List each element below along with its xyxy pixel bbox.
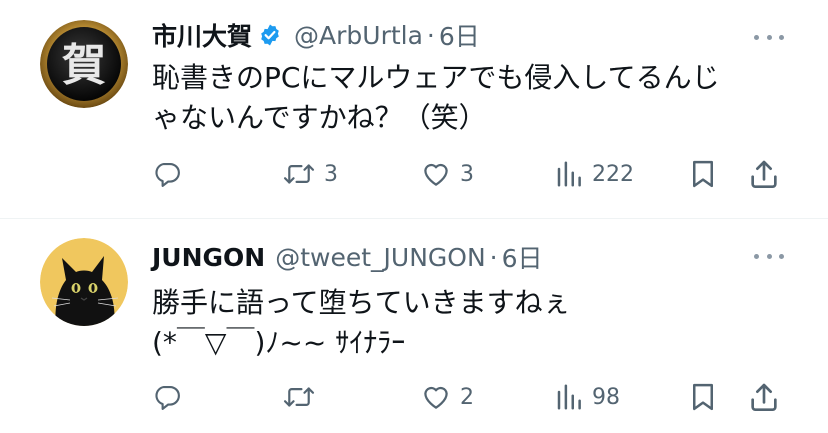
share-button[interactable]	[748, 377, 780, 417]
retweet-button[interactable]	[282, 377, 324, 417]
tweet-text-line: 勝手に語って堕ちていきますねぇ	[152, 286, 571, 319]
reply-bubble-icon	[155, 385, 180, 410]
reply-bubble-icon	[155, 162, 180, 187]
reply-button[interactable]	[152, 377, 190, 417]
avatar-image: 賀	[40, 20, 128, 108]
like-button[interactable]: 3	[420, 154, 474, 194]
like-count: 2	[460, 384, 474, 410]
views-button[interactable]: 222	[554, 154, 634, 194]
tweet-text: 勝手に語って堕ちていきますねぇ (*￣▽￣)ﾉ~~ ｻｲﾅﾗｰ	[152, 283, 792, 363]
like-button[interactable]: 2	[420, 377, 474, 417]
separator-dot: ·	[426, 20, 435, 50]
tweet-header: 市川大賀 @ArbUrtla · 6日	[152, 18, 480, 52]
display-name[interactable]: 市川大賀	[152, 17, 252, 53]
like-count: 3	[460, 161, 474, 187]
tweet-card[interactable]: JUNGON @tweet_JUNGON · 6日 勝手に語って堕ちていきますね…	[0, 219, 828, 433]
avatar-glyph: 賀	[62, 40, 106, 91]
timestamp[interactable]: 6日	[439, 17, 480, 53]
tweet-text-line: (*￣▽￣)ﾉ~~ ｻｲﾅﾗｰ	[152, 326, 406, 359]
tweet-text: 恥書きのPCにマルウェアでも侵入してるんじ ゃないんですかね？（笑）	[152, 58, 792, 138]
more-dots-icon[interactable]	[754, 27, 784, 47]
verified-badge-icon	[258, 23, 282, 47]
tweet-card[interactable]: 賀 市川大賀 @ArbUrtla · 6日 恥書きのPCにマルウェアでも侵入して…	[0, 0, 828, 218]
separator-dot: ·	[489, 242, 498, 272]
retweet-button[interactable]: 3	[282, 154, 338, 194]
heart-icon	[424, 386, 448, 409]
timestamp[interactable]: 6日	[502, 239, 543, 275]
avatar-image	[40, 238, 128, 326]
avatar[interactable]: 賀	[40, 20, 128, 108]
bar-chart-icon	[557, 384, 581, 410]
retweet-count: 3	[324, 161, 338, 187]
tweet-text-line: 恥書きのPCにマルウェアでも侵入してるんじ	[152, 61, 720, 94]
views-button[interactable]: 98	[554, 377, 620, 417]
share-button[interactable]	[748, 154, 780, 194]
view-count: 98	[592, 384, 620, 410]
share-upload-icon	[751, 383, 777, 411]
bookmark-button[interactable]	[688, 377, 718, 417]
view-count: 222	[592, 161, 634, 187]
handle[interactable]: @tweet_JUNGON	[275, 243, 485, 272]
tweet-text-line: ゃないんですかね？（笑）	[152, 101, 487, 134]
reply-button[interactable]	[152, 154, 190, 194]
display-name[interactable]: JUNGON	[152, 243, 265, 272]
bookmark-button[interactable]	[688, 154, 718, 194]
retweet-arrows-icon	[283, 387, 315, 407]
share-upload-icon	[751, 160, 777, 188]
action-bar: 2 98	[152, 377, 792, 417]
handle[interactable]: @ArbUrtla	[294, 21, 423, 50]
action-bar: 3 3 222	[152, 154, 792, 194]
more-dots-icon[interactable]	[754, 246, 784, 266]
bookmark-icon	[693, 383, 713, 411]
bar-chart-icon	[557, 161, 581, 187]
retweet-arrows-icon	[283, 164, 315, 184]
bookmark-icon	[693, 160, 713, 188]
heart-icon	[424, 163, 448, 186]
tweet-header: JUNGON @tweet_JUNGON · 6日	[152, 240, 543, 274]
avatar[interactable]	[40, 238, 128, 326]
